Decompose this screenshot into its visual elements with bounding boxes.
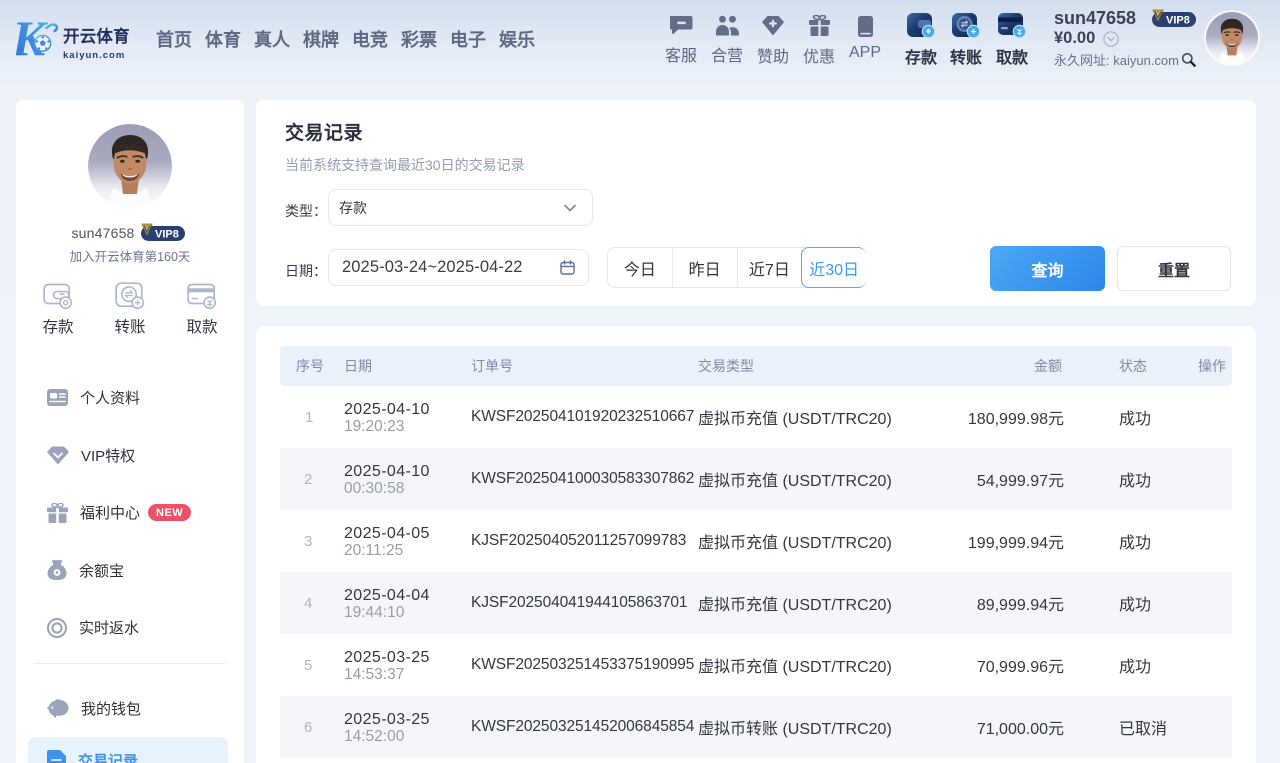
svg-text:VIP8: VIP8 [155,229,179,241]
svg-text:VIP8: VIP8 [1166,14,1190,26]
